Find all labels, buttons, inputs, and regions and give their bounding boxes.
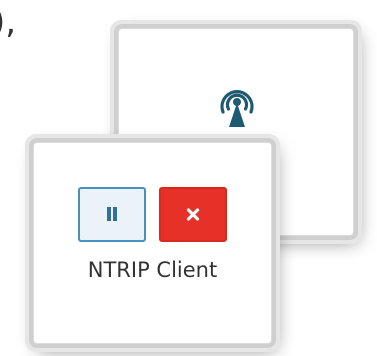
pause-button[interactable] — [78, 187, 146, 242]
broadcast-tower-icon — [220, 90, 254, 127]
ntrip-client-card[interactable]: NTRIP Client — [33, 142, 272, 344]
stop-button[interactable] — [159, 187, 227, 242]
screen: ), ent NTRIP Client — [0, 0, 377, 356]
partial-text: ), — [0, 2, 17, 42]
close-icon — [186, 208, 200, 221]
service-card-title: NTRIP Client — [87, 258, 218, 282]
pause-icon — [107, 207, 117, 221]
